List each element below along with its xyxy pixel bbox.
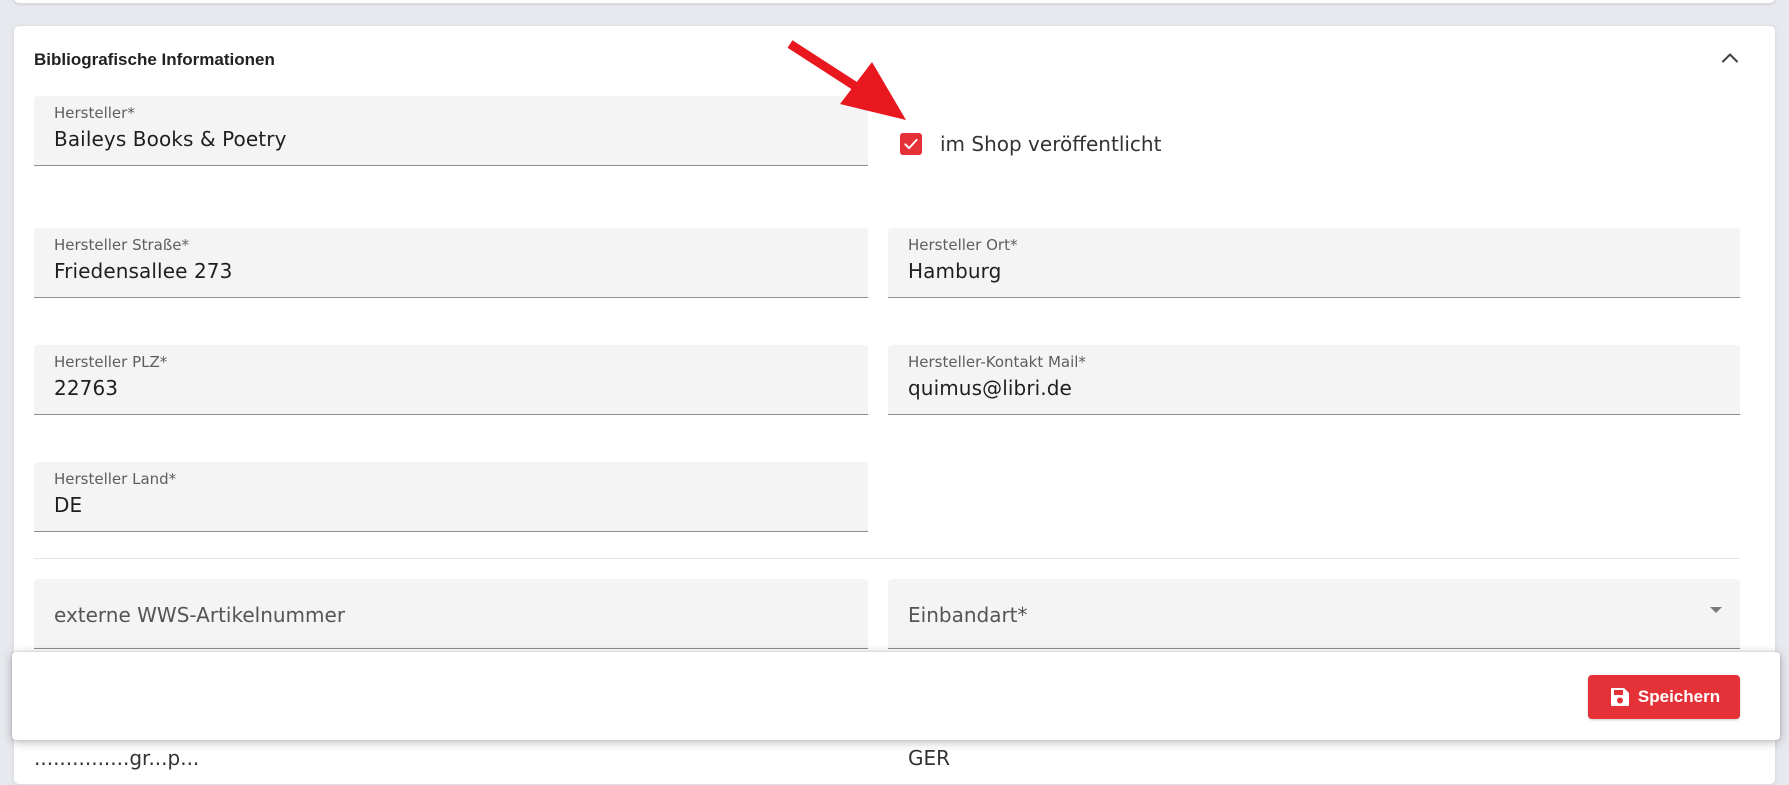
im-shop-checkbox-control[interactable]: im Shop veröffentlicht [900, 132, 1161, 156]
hersteller-land-field[interactable]: Hersteller Land* DE [34, 462, 868, 532]
hersteller-ort-label: Hersteller Ort* [908, 236, 1018, 254]
card-title: Bibliografische Informationen [34, 50, 275, 69]
chevron-up-icon[interactable] [1716, 44, 1744, 72]
save-bar: Speichern [12, 652, 1780, 740]
hersteller-ort-field[interactable]: Hersteller Ort* Hamburg [888, 228, 1740, 298]
hersteller-kontakt-mail-label: Hersteller-Kontakt Mail* [908, 353, 1086, 371]
save-button[interactable]: Speichern [1588, 675, 1740, 719]
hersteller-field[interactable]: Hersteller* Baileys Books & Poetry [34, 96, 868, 166]
section-divider [34, 558, 1740, 559]
checkmark-icon [904, 138, 918, 150]
einbandart-placeholder: Einbandart* [908, 603, 1028, 627]
hersteller-strasse-label: Hersteller Straße* [54, 236, 190, 254]
hersteller-kontakt-mail-field[interactable]: Hersteller-Kontakt Mail* quimus@libri.de [888, 345, 1740, 415]
hersteller-strasse-value: Friedensallee 273 [54, 259, 233, 283]
save-button-label: Speichern [1637, 687, 1721, 706]
previous-card-edge [13, 0, 1776, 4]
hersteller-strasse-field[interactable]: Hersteller Straße* Friedensallee 273 [34, 228, 868, 298]
hersteller-land-value: DE [54, 493, 83, 517]
floppy-disk-icon [1610, 688, 1629, 706]
wws-artikelnummer-field[interactable]: externe WWS-Artikelnummer [34, 579, 868, 649]
hersteller-kontakt-mail-value: quimus@libri.de [908, 376, 1072, 400]
partial-field-left-text: ...............gr...p... [34, 746, 200, 770]
hersteller-plz-field[interactable]: Hersteller PLZ* 22763 [34, 345, 868, 415]
hersteller-plz-value: 22763 [54, 376, 119, 400]
dropdown-arrow-icon [1710, 607, 1722, 613]
im-shop-checkbox[interactable] [900, 133, 922, 155]
hersteller-plz-label: Hersteller PLZ* [54, 353, 168, 371]
hersteller-land-label: Hersteller Land* [54, 470, 177, 488]
hersteller-ort-value: Hamburg [908, 259, 1002, 283]
einbandart-select[interactable]: Einbandart* [888, 579, 1740, 649]
wws-artikelnummer-placeholder: externe WWS-Artikelnummer [54, 603, 346, 627]
hersteller-value: Baileys Books & Poetry [54, 127, 287, 151]
im-shop-checkbox-label: im Shop veröffentlicht [940, 132, 1162, 156]
hersteller-label: Hersteller* [54, 104, 135, 122]
partial-field-right-text: GER [908, 746, 951, 770]
